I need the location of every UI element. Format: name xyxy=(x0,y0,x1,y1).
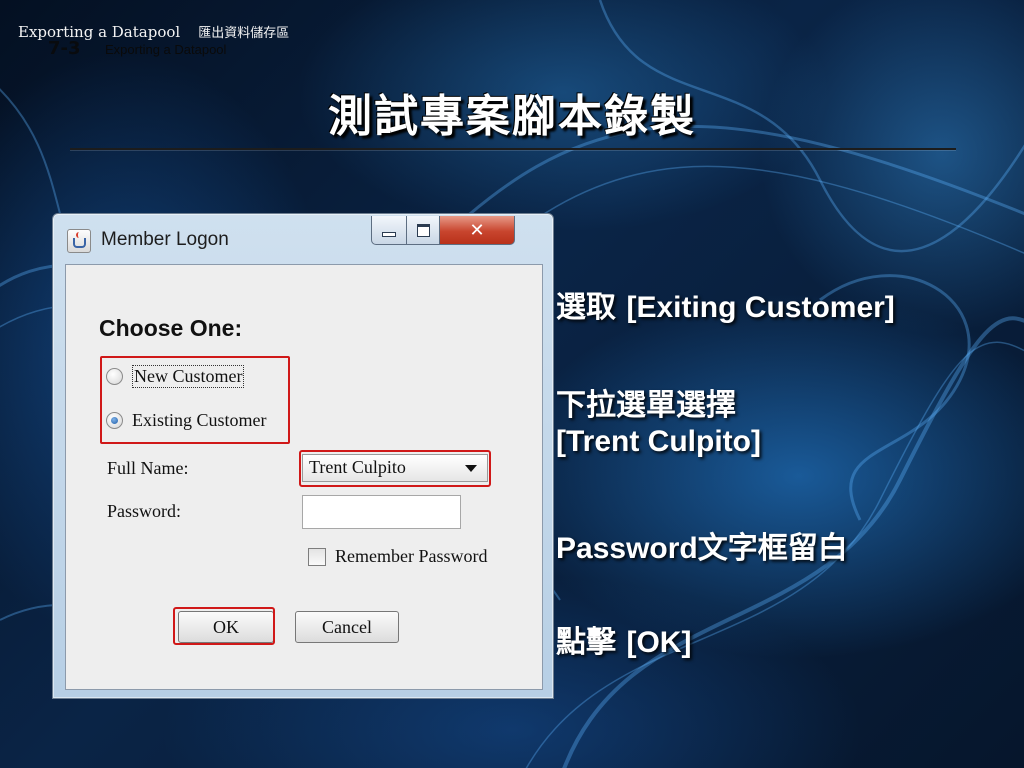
minimize-button[interactable] xyxy=(371,216,407,245)
close-icon: ✕ xyxy=(469,219,485,241)
step4-en: [OK] xyxy=(626,626,692,659)
instruction-step-3: Password文字框留白 xyxy=(556,523,848,567)
step2-en: [Trent Culpito] xyxy=(556,425,761,458)
maximize-icon xyxy=(416,223,430,237)
password-field[interactable] xyxy=(302,495,461,529)
step4-zh: 點擊 xyxy=(556,625,616,660)
step1-en: [Exiting Customer] xyxy=(626,291,895,324)
step1-zh: 選取 xyxy=(556,290,616,325)
instruction-step-1: 選取 [Exiting Customer] xyxy=(556,282,895,326)
step3-zh: 文字框留白 xyxy=(697,531,848,566)
minimize-icon xyxy=(382,231,396,237)
course-title-en: Exporting a Datapool xyxy=(18,23,181,41)
cancel-button[interactable]: Cancel xyxy=(295,611,399,643)
remember-password-checkbox[interactable] xyxy=(308,547,326,566)
highlight-box-radios xyxy=(100,356,290,444)
close-button[interactable]: ✕ xyxy=(439,216,515,245)
step2-zh: 下拉選單選擇 xyxy=(556,388,736,423)
java-cup-icon xyxy=(67,229,91,253)
maximize-button[interactable] xyxy=(406,216,440,245)
instruction-step-2: 下拉選單選擇 xyxy=(556,380,736,424)
instruction-step-2-value: [Trent Culpito] xyxy=(556,424,761,459)
step3-en: Password xyxy=(556,532,698,565)
section-number: 7-3 xyxy=(48,38,81,59)
slide-title: 測試專案腳本錄製 xyxy=(328,91,696,142)
full-name-label: Full Name: xyxy=(107,458,189,478)
member-logon-window: Member Logon ✕ Choose One: New Customer … xyxy=(52,213,554,699)
dialog-body: Choose One: New Customer Existing Custom… xyxy=(65,264,543,690)
course-title-zh: 匯出資料儲存區 xyxy=(198,26,290,41)
choose-heading: Choose One: xyxy=(99,315,243,341)
instruction-step-4: 點擊 [OK] xyxy=(556,617,691,661)
remember-password-label[interactable]: Remember Password xyxy=(335,546,487,567)
window-title: Member Logon xyxy=(101,229,229,250)
password-label: Password: xyxy=(107,501,182,521)
highlight-box-ok xyxy=(173,607,275,645)
section-subtitle: Exporting a Datapool xyxy=(105,42,227,57)
title-divider xyxy=(70,148,956,150)
highlight-box-dropdown xyxy=(299,450,491,487)
remember-password-option[interactable]: Remember Password xyxy=(308,546,487,567)
